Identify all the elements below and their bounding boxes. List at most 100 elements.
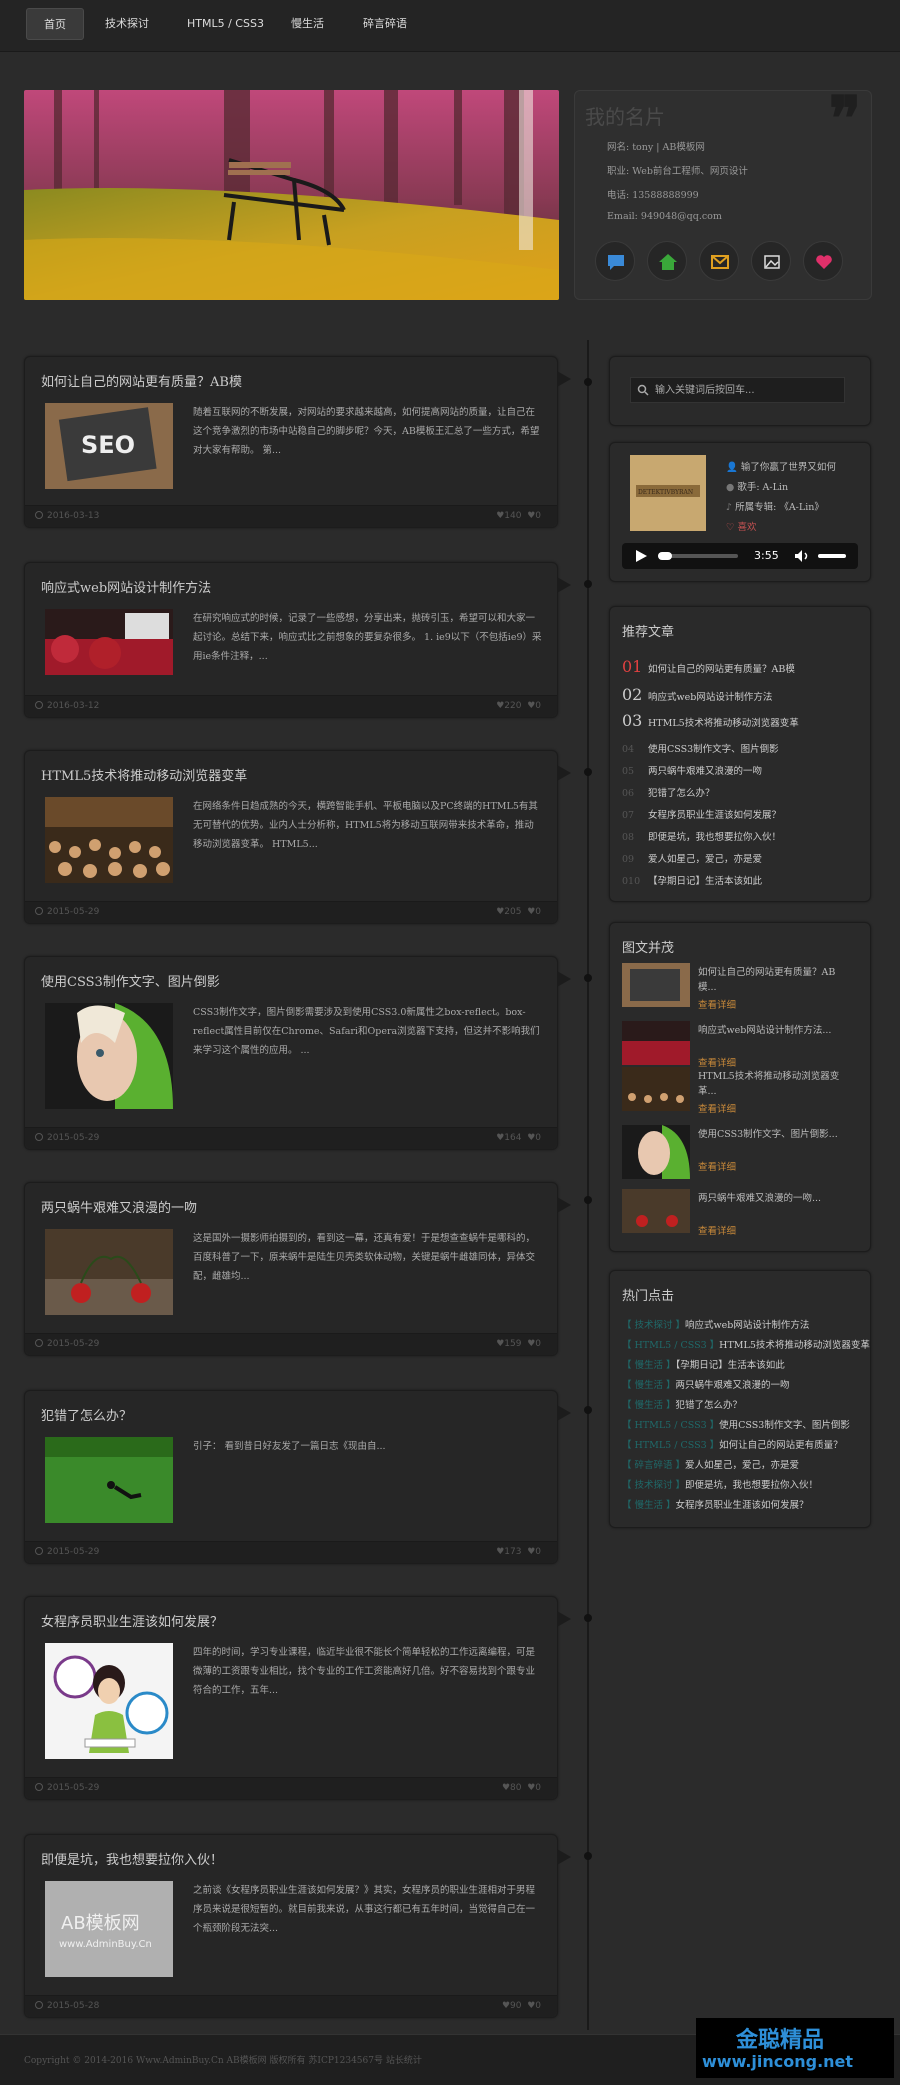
- post-date: 2016-03-12: [35, 701, 99, 711]
- recommend-item[interactable]: 09 爱人如星己，爱己，亦是爱: [622, 851, 762, 865]
- post-thumbnail[interactable]: [45, 1229, 173, 1315]
- post-title[interactable]: 即便是坑，我也想要拉你入伙！: [41, 1849, 223, 1868]
- post-thumbnail[interactable]: AB模板网 www.AdminBuy.Cn: [45, 1881, 173, 1977]
- hot-item[interactable]: 【 HTML5 / CSS3 】使用CSS3制作文字、图片倒影: [622, 1417, 850, 1431]
- nav-html5[interactable]: HTML5 / CSS3: [170, 8, 281, 40]
- timeline-dot: [584, 1196, 592, 1204]
- post-stats: ♥220 ♥0: [496, 701, 541, 711]
- post-stats: ♥80 ♥0: [501, 1783, 541, 1793]
- post-stats: ♥159 ♥0: [496, 1339, 541, 1349]
- post-title[interactable]: 如何让自己的网站更有质量？AB模: [41, 371, 242, 390]
- mail-icon[interactable]: [699, 241, 739, 281]
- post-card: 即便是坑，我也想要拉你入伙！ AB模板网 www.AdminBuy.Cn 之前谈《…: [24, 1834, 571, 2018]
- view-detail-link[interactable]: 查看详细: [698, 1101, 736, 1115]
- nav-slow-life[interactable]: 慢生活: [274, 8, 341, 40]
- pictext-title: 图文并茂: [622, 941, 675, 956]
- recommend-item[interactable]: 07 女程序员职业生涯该如何发展？: [622, 807, 781, 821]
- post-stats: ♥90 ♥0: [501, 2001, 541, 2011]
- audio-player: 3:55: [622, 543, 858, 569]
- timeline-dot: [584, 768, 592, 776]
- post-card: 犯错了怎么办？ 引子： 看到昔日好友发了一篇日志《现由自... 2015-05-…: [24, 1390, 571, 1564]
- hot-item[interactable]: 【 慢生活 】女程序员职业生涯该如何发展？: [622, 1497, 809, 1511]
- favorite-button[interactable]: ♡ 喜欢: [726, 519, 757, 533]
- pictext-item[interactable]: 两只蜗牛艰难又浪漫的一吻... 查看详细: [622, 1189, 862, 1239]
- hot-item[interactable]: 【 碎言碎语 】爱人如星己，爱己，亦是爱: [622, 1457, 799, 1471]
- recommend-item[interactable]: 05 两只蜗牛艰难又浪漫的一吻: [622, 763, 762, 777]
- post-title[interactable]: HTML5技术将推动移动浏览器变革: [41, 765, 247, 784]
- ab-logo-text: AB模板网: [61, 1913, 140, 1934]
- timeline-dot: [584, 1852, 592, 1860]
- post-date: 2016-03-13: [35, 511, 99, 521]
- timeline-dot: [584, 1614, 592, 1622]
- nav-home[interactable]: 首页: [26, 8, 84, 40]
- post-date: 2015-05-29: [35, 1783, 99, 1793]
- quote-icon: ❞: [828, 84, 861, 154]
- pictext-widget: 图文并茂 如何让自己的网站更有质量？AB模... 查看详细 响应式web网站设计…: [609, 922, 871, 1252]
- search-widget: [609, 356, 871, 426]
- post-excerpt: 在网络条件日趋成熟的今天，横跨智能手机、平板电脑以及PC终端的HTML5有其无可…: [193, 801, 538, 850]
- recommend-item[interactable]: 08 即便是坑，我也想要拉你入伙！: [622, 829, 781, 843]
- hot-item[interactable]: 【 慢生活 】【孕期日记】生活本该如此: [622, 1357, 785, 1371]
- hot-item[interactable]: 【 HTML5 / CSS3 】HTML5技术将推动移动浏览器变革: [622, 1337, 870, 1351]
- volume-slider[interactable]: [818, 554, 846, 558]
- recommend-widget: 推荐文章 01 如何让自己的网站更有质量？AB模 02 响应式web网站设计制作方法…: [609, 606, 871, 902]
- view-detail-link[interactable]: 查看详细: [698, 997, 736, 1011]
- recommend-item[interactable]: 03 HTML5技术将推动移动浏览器变革: [622, 711, 799, 730]
- hot-item[interactable]: 【 技术探讨 】响应式web网站设计制作方法: [622, 1317, 809, 1331]
- post-excerpt: 在研究响应式的时候，记录了一些感想，分享出来，抛砖引玉，希望可以和大家一起讨论。…: [193, 613, 542, 662]
- recommend-item[interactable]: 02 响应式web网站设计制作方法: [622, 685, 772, 704]
- progress-bar[interactable]: [658, 552, 738, 560]
- post-card: 响应式web网站设计制作方法 在研究响应式的时候，记录了一些感想，分享出来，抛砖…: [24, 562, 571, 718]
- post-excerpt: 这是国外一摄影师拍摄到的，看到这一幕，还真有爱！于是想查查蜗牛是哪科的，百度科普…: [193, 1233, 536, 1282]
- post-stats: ♥173 ♥0: [496, 1547, 541, 1557]
- profile-email: Email: 949048@qq.com: [607, 211, 722, 222]
- pictext-item[interactable]: HTML5技术将推动移动浏览器变革... 查看详细: [622, 1067, 862, 1117]
- recommend-title: 推荐文章: [622, 625, 675, 640]
- timeline-dot: [584, 974, 592, 982]
- post-card: 如何让自己的网站更有质量？AB模 SEO 随着互联网的不断发展，对网站的要求越来…: [24, 356, 571, 528]
- hot-item[interactable]: 【 慢生活 】犯错了怎么办？: [622, 1397, 742, 1411]
- recommend-item[interactable]: 04 使用CSS3制作文字、图片倒影: [622, 741, 779, 755]
- post-title[interactable]: 响应式web网站设计制作方法: [41, 577, 211, 596]
- chat-icon[interactable]: [595, 241, 635, 281]
- nav-notes[interactable]: 碎言碎语: [346, 8, 424, 40]
- play-icon[interactable]: [634, 549, 648, 563]
- pictext-item[interactable]: 响应式web网站设计制作方法... 查看详细: [622, 1021, 862, 1071]
- home-icon[interactable]: [647, 241, 687, 281]
- post-thumbnail[interactable]: [45, 609, 173, 675]
- hot-item[interactable]: 【 慢生活 】两只蜗牛艰难又浪漫的一吻: [622, 1377, 790, 1391]
- profile-card: 我的名片 ❞ 网名: tony | AB模板网 职业: Web前台工程师、网页设…: [574, 84, 872, 300]
- recommend-item[interactable]: 010 【孕期日记】生活本该如此: [622, 873, 762, 887]
- artist: ● 歌手: A-Lin: [726, 482, 789, 493]
- post-thumbnail[interactable]: [45, 1437, 173, 1523]
- post-thumbnail[interactable]: [45, 1643, 173, 1759]
- view-detail-link[interactable]: 查看详细: [698, 1223, 736, 1237]
- post-thumbnail[interactable]: [45, 1003, 173, 1109]
- timeline-dot: [584, 1406, 592, 1414]
- hot-item[interactable]: 【 技术探讨 】即便是坑，我也想要拉你入伙！: [622, 1477, 818, 1491]
- post-excerpt: 之前谈《女程序员职业生涯该如何发展？》其实，女程序员的职业生涯相对于男程序员来说…: [193, 1885, 536, 1934]
- recommend-item[interactable]: 06 犯错了怎么办？: [622, 785, 715, 799]
- timeline-line: [587, 340, 589, 2030]
- post-title[interactable]: 使用CSS3制作文字、图片倒影: [41, 971, 220, 990]
- post-title[interactable]: 犯错了怎么办？: [41, 1405, 132, 1424]
- post-title[interactable]: 女程序员职业生涯该如何发展？: [41, 1611, 223, 1630]
- heart-icon[interactable]: [803, 241, 843, 281]
- post-thumbnail[interactable]: SEO: [45, 403, 173, 489]
- timeline-dot: [584, 580, 592, 588]
- hot-item[interactable]: 【 HTML5 / CSS3 】如何让自己的网站更有质量？: [622, 1437, 843, 1451]
- nav-tech[interactable]: 技术探讨: [88, 8, 166, 40]
- profile-name: 网名: tony | AB模板网: [607, 142, 705, 153]
- hot-widget: 热门点击 【 技术探讨 】响应式web网站设计制作方法 【 HTML5 / CS…: [609, 1270, 871, 1528]
- pictext-item[interactable]: 如何让自己的网站更有质量？AB模... 查看详细: [622, 963, 862, 1013]
- recommend-item[interactable]: 01 如何让自己的网站更有质量？AB模: [622, 657, 795, 676]
- album: ♪ 所属专辑: 《A-Lin》: [726, 502, 824, 513]
- search-input[interactable]: [655, 382, 835, 398]
- volume-icon[interactable]: [794, 549, 810, 563]
- post-thumbnail[interactable]: [45, 797, 173, 883]
- view-detail-link[interactable]: 查看详细: [698, 1159, 736, 1173]
- post-card: HTML5技术将推动移动浏览器变革 在网络条件日趋成熟的今天，横跨智能手机、平板…: [24, 750, 571, 924]
- pictext-item[interactable]: 使用CSS3制作文字、图片倒影... 查看详细: [622, 1125, 862, 1179]
- post-title[interactable]: 两只蜗牛艰难又浪漫的一吻: [41, 1197, 197, 1216]
- gallery-icon[interactable]: [751, 241, 791, 281]
